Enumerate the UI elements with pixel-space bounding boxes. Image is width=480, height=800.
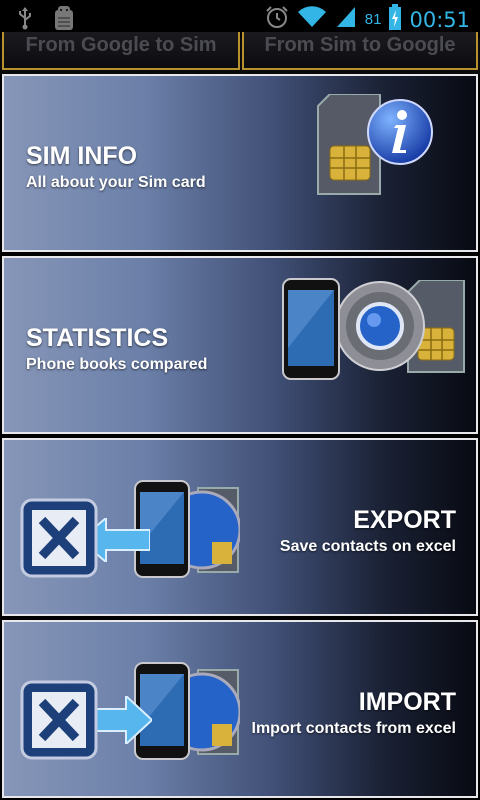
wifi-icon <box>297 5 327 34</box>
alarm-icon <box>265 5 289 34</box>
statistics-card[interactable]: STATISTICS Phone books compared <box>2 256 478 434</box>
info-icon <box>366 98 434 171</box>
excel-icon <box>20 498 98 583</box>
excel-icon <box>20 680 98 765</box>
signal-icon <box>335 5 357 34</box>
clock: 00:51 <box>409 7 470 32</box>
export-card[interactable]: EXPORT Save contacts on excel <box>2 438 478 616</box>
card-title: IMPORT <box>358 688 456 716</box>
card-subtitle: Phone books compared <box>26 356 208 373</box>
chrome-icon <box>162 668 242 763</box>
battery-charging-icon <box>389 4 402 35</box>
card-title: SIM INFO <box>26 142 138 170</box>
card-title: EXPORT <box>353 506 456 534</box>
card-subtitle: All about your Sim card <box>26 174 206 191</box>
chrome-icon <box>334 280 426 377</box>
phone-icon <box>282 278 340 385</box>
import-card[interactable]: IMPORT Import contacts from excel <box>2 620 478 798</box>
tab-sim-to-google[interactable]: From Sim to Google <box>242 32 478 70</box>
chrome-icon <box>162 486 242 581</box>
tab-bar: From Google to Sim From Sim to Google <box>0 32 480 74</box>
battery-percent: 81 <box>364 11 382 28</box>
card-subtitle: Import contacts from excel <box>251 720 457 737</box>
sim-info-card[interactable]: SIM INFO All about your Sim card <box>2 74 478 252</box>
card-title: STATISTICS <box>26 324 169 352</box>
card-subtitle: Save contacts on excel <box>279 538 456 555</box>
tab-google-to-sim[interactable]: From Google to Sim <box>2 32 240 70</box>
